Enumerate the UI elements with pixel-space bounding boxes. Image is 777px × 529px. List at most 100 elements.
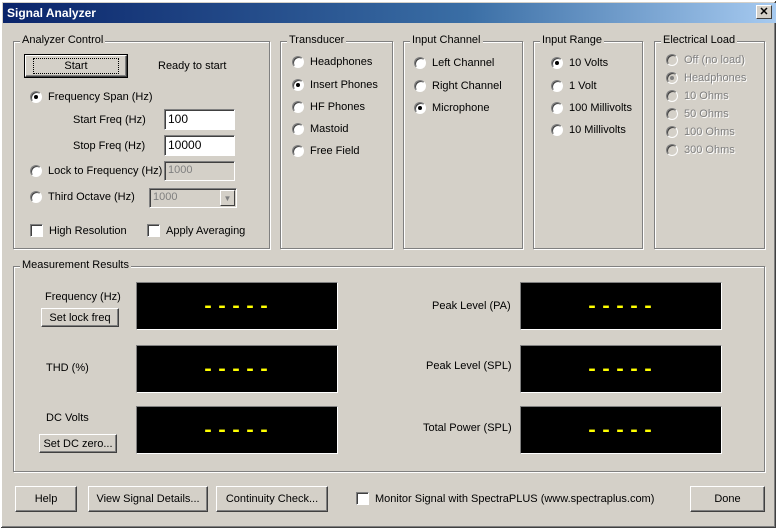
- radio-indicator: [551, 124, 563, 136]
- apply-averaging-label: Apply Averaging: [166, 224, 246, 237]
- start-button-label: Start: [33, 58, 119, 74]
- input-channel-group: Input Channel: [403, 34, 523, 249]
- set-dc-zero-button[interactable]: Set DC zero...: [39, 434, 117, 453]
- range-option-10-volts[interactable]: 10 Volts: [551, 57, 608, 69]
- high-resolution-label: High Resolution: [49, 224, 127, 237]
- radio-indicator: [292, 56, 304, 68]
- third-octave-radio[interactable]: Third Octave (Hz): [30, 191, 135, 203]
- channel-option-microphone[interactable]: Microphone: [414, 102, 489, 114]
- continuity-check-button[interactable]: Continuity Check...: [216, 486, 328, 512]
- radio-indicator: [292, 101, 304, 113]
- range-option-1-volt[interactable]: 1 Volt: [551, 80, 597, 92]
- channel-option-left[interactable]: Left Channel: [414, 57, 494, 69]
- start-freq-label: Start Freq (Hz): [73, 114, 146, 126]
- third-octave-select: 1000 ▼: [149, 188, 237, 208]
- radio-indicator: [551, 80, 563, 92]
- transducer-option-headphones[interactable]: Headphones: [292, 56, 372, 68]
- option-label: 100 Millivolts: [569, 102, 632, 114]
- transducer-title: Transducer: [287, 34, 347, 46]
- radio-indicator: [666, 144, 678, 156]
- transducer-option-insert-phones[interactable]: Insert Phones: [292, 79, 378, 91]
- analyzer-control-title: Analyzer Control: [20, 34, 106, 46]
- help-button[interactable]: Help: [15, 486, 77, 512]
- electrical-load-title: Electrical Load: [661, 34, 738, 46]
- radio-indicator: [292, 123, 304, 135]
- view-signal-details-button[interactable]: View Signal Details...: [88, 486, 208, 512]
- frequency-span-radio[interactable]: Frequency Span (Hz): [30, 91, 153, 103]
- stop-freq-input[interactable]: 10000: [164, 135, 235, 156]
- start-freq-input[interactable]: 100: [164, 109, 235, 130]
- radio-indicator: [666, 90, 678, 102]
- transducer-option-free-field[interactable]: Free Field: [292, 145, 360, 157]
- frequency-label: Frequency (Hz): [45, 291, 121, 303]
- input-range-title: Input Range: [540, 34, 604, 46]
- done-button[interactable]: Done: [690, 486, 765, 512]
- total-power-value: -----: [585, 419, 656, 443]
- range-option-100-millivolts[interactable]: 100 Millivolts: [551, 102, 632, 114]
- frequency-span-label: Frequency Span (Hz): [48, 91, 153, 103]
- title-bar[interactable]: Signal Analyzer: [3, 3, 776, 23]
- dc-volts-value: -----: [201, 419, 272, 443]
- dc-volts-display: -----: [136, 406, 338, 454]
- thd-display: -----: [136, 345, 338, 393]
- input-channel-title: Input Channel: [410, 34, 483, 46]
- transducer-option-mastoid[interactable]: Mastoid: [292, 123, 349, 135]
- set-lock-freq-button[interactable]: Set lock freq: [41, 308, 119, 327]
- radio-indicator: [666, 108, 678, 120]
- option-label: 10 Millivolts: [569, 124, 626, 136]
- lock-frequency-input: 1000: [164, 161, 235, 181]
- option-label: Left Channel: [432, 57, 495, 69]
- option-label: Off (no load): [684, 54, 745, 66]
- option-label: Mastoid: [310, 123, 349, 135]
- option-label: 10 Ohms: [684, 90, 729, 102]
- lock-frequency-radio[interactable]: Lock to Frequency (Hz): [30, 165, 162, 177]
- status-text: Ready to start: [158, 60, 227, 72]
- radio-indicator: [292, 79, 304, 91]
- radio-indicator: [551, 57, 563, 69]
- apply-averaging-checkbox[interactable]: Apply Averaging: [147, 224, 245, 237]
- start-button[interactable]: Start: [24, 54, 128, 78]
- stop-freq-label: Stop Freq (Hz): [73, 140, 146, 152]
- option-label: Microphone: [432, 102, 490, 114]
- radio-indicator: [414, 57, 426, 69]
- peak-level-spl-value: -----: [585, 358, 656, 382]
- radio-indicator: [292, 145, 304, 157]
- option-label: Headphones: [684, 72, 747, 84]
- option-label: 50 Ohms: [684, 108, 729, 120]
- checkbox-indicator: [356, 492, 369, 505]
- option-label: 10 Volts: [569, 57, 609, 69]
- transducer-option-hf-phones[interactable]: HF Phones: [292, 101, 365, 113]
- window-title: Signal Analyzer: [7, 6, 96, 20]
- peak-level-spl-label: Peak Level (SPL): [426, 360, 512, 372]
- total-power-display: -----: [520, 406, 722, 454]
- frequency-display: -----: [136, 282, 338, 330]
- measurement-results-title: Measurement Results: [20, 259, 131, 271]
- option-label: Free Field: [310, 145, 360, 157]
- frequency-value: -----: [201, 295, 272, 319]
- option-label: Headphones: [310, 56, 373, 68]
- peak-level-pa-label: Peak Level (PA): [432, 300, 511, 312]
- range-option-10-millivolts[interactable]: 10 Millivolts: [551, 124, 626, 136]
- channel-option-right[interactable]: Right Channel: [414, 80, 502, 92]
- high-resolution-checkbox[interactable]: High Resolution: [30, 224, 127, 237]
- thd-label: THD (%): [46, 362, 89, 374]
- checkbox-indicator: [30, 224, 43, 237]
- monitor-signal-label: Monitor Signal with SpectraPLUS (www.spe…: [375, 492, 655, 505]
- radio-indicator: [666, 72, 678, 84]
- radio-indicator: [666, 126, 678, 138]
- load-option-10-ohms: 10 Ohms: [666, 90, 729, 102]
- input-range-group: Input Range: [533, 34, 643, 249]
- load-option-headphones: Headphones: [666, 72, 746, 84]
- close-icon[interactable]: ✕: [756, 5, 772, 19]
- peak-level-pa-display: -----: [520, 282, 722, 330]
- option-label: HF Phones: [310, 101, 366, 113]
- lock-frequency-label: Lock to Frequency (Hz): [48, 165, 163, 177]
- peak-level-spl-display: -----: [520, 345, 722, 393]
- third-octave-value: 1000: [153, 191, 178, 203]
- chevron-down-icon: ▼: [220, 190, 235, 206]
- signal-analyzer-window: Signal Analyzer ✕ Analyzer Control Start…: [0, 0, 777, 529]
- monitor-signal-checkbox[interactable]: Monitor Signal with SpectraPLUS (www.spe…: [356, 492, 654, 505]
- checkbox-indicator: [147, 224, 160, 237]
- third-octave-label: Third Octave (Hz): [48, 191, 135, 203]
- thd-value: -----: [201, 358, 272, 382]
